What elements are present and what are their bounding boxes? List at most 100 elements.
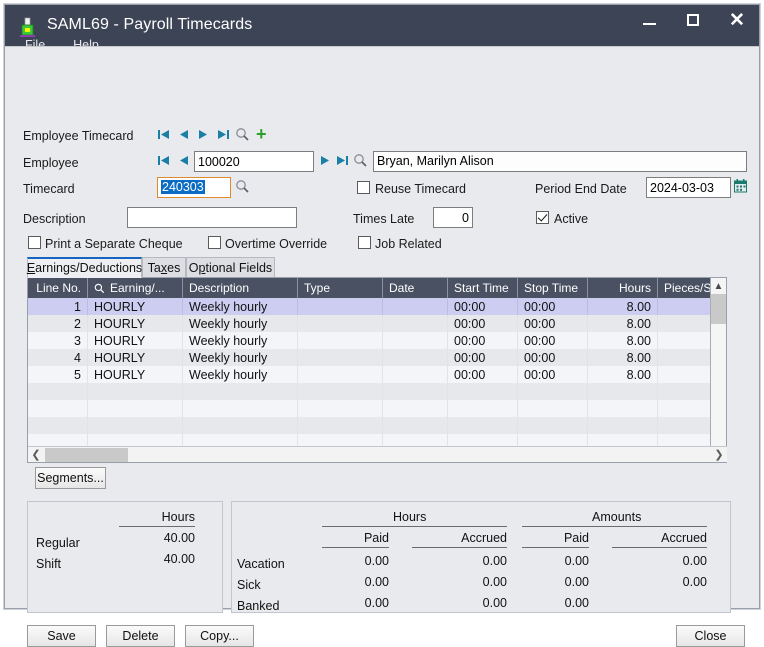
cell-type[interactable] bbox=[298, 417, 383, 434]
checkbox-job-related[interactable] bbox=[358, 236, 371, 249]
cell-description[interactable] bbox=[183, 417, 298, 434]
copy-button[interactable]: Copy... bbox=[185, 625, 254, 647]
cell-hours[interactable]: 8.00 bbox=[588, 315, 658, 332]
cell-stop[interactable]: 00:00 bbox=[518, 349, 588, 366]
cell-type[interactable] bbox=[298, 400, 383, 417]
cell-earning[interactable]: HOURLY bbox=[88, 366, 183, 383]
table-row[interactable] bbox=[28, 400, 726, 417]
scroll-left-icon[interactable]: ❮ bbox=[28, 447, 44, 462]
cell-start[interactable]: 00:00 bbox=[448, 315, 518, 332]
cell-pieces[interactable] bbox=[658, 298, 711, 315]
grid-col-description[interactable]: Description bbox=[183, 278, 298, 298]
cell-line[interactable] bbox=[28, 400, 88, 417]
table-row[interactable]: 4 HOURLY Weekly hourly 00:00 00:00 8.00 bbox=[28, 349, 726, 366]
cell-start[interactable] bbox=[448, 383, 518, 400]
close-button[interactable]: ✕ bbox=[715, 5, 759, 35]
cell-pieces[interactable] bbox=[658, 383, 711, 400]
table-row[interactable]: 2 HOURLY Weekly hourly 00:00 00:00 8.00 bbox=[28, 315, 726, 332]
cell-start[interactable]: 00:00 bbox=[448, 298, 518, 315]
cell-stop[interactable]: 00:00 bbox=[518, 315, 588, 332]
cell-line[interactable]: 5 bbox=[28, 366, 88, 383]
cell-date[interactable] bbox=[383, 383, 448, 400]
table-row[interactable]: 1 HOURLY Weekly hourly 00:00 00:00 8.00 bbox=[28, 298, 726, 315]
save-button[interactable]: Save bbox=[27, 625, 96, 647]
period-end-date-input[interactable] bbox=[646, 177, 731, 198]
minimize-button[interactable] bbox=[627, 5, 671, 35]
cell-pieces[interactable] bbox=[658, 349, 711, 366]
vertical-scroll-thumb[interactable] bbox=[711, 294, 726, 324]
cell-hours[interactable] bbox=[588, 417, 658, 434]
grid-col-hours[interactable]: Hours bbox=[588, 278, 658, 298]
grid-col-line-no[interactable]: Line No. bbox=[28, 278, 88, 298]
cell-date[interactable] bbox=[383, 349, 448, 366]
grid-col-type[interactable]: Type bbox=[298, 278, 383, 298]
segments-button[interactable]: Segments... bbox=[35, 467, 106, 489]
cell-description[interactable]: Weekly hourly bbox=[183, 315, 298, 332]
cell-stop[interactable]: 00:00 bbox=[518, 332, 588, 349]
cell-type[interactable] bbox=[298, 315, 383, 332]
cell-hours[interactable]: 8.00 bbox=[588, 332, 658, 349]
cell-line[interactable]: 3 bbox=[28, 332, 88, 349]
timecard-nav-previous[interactable] bbox=[177, 128, 190, 141]
cell-start[interactable] bbox=[448, 400, 518, 417]
cell-type[interactable] bbox=[298, 349, 383, 366]
cell-description[interactable]: Weekly hourly bbox=[183, 349, 298, 366]
cell-earning[interactable]: HOURLY bbox=[88, 298, 183, 315]
cell-line[interactable]: 2 bbox=[28, 315, 88, 332]
cell-stop[interactable]: 00:00 bbox=[518, 366, 588, 383]
scroll-up-icon[interactable]: ▲ bbox=[711, 278, 726, 294]
cell-hours[interactable]: 8.00 bbox=[588, 298, 658, 315]
employee-finder-icon[interactable] bbox=[353, 153, 368, 173]
cell-date[interactable] bbox=[383, 366, 448, 383]
cell-earning[interactable]: HOURLY bbox=[88, 349, 183, 366]
cell-pieces[interactable] bbox=[658, 332, 711, 349]
cell-line[interactable] bbox=[28, 417, 88, 434]
cell-earning[interactable] bbox=[88, 417, 183, 434]
employee-input[interactable] bbox=[194, 151, 314, 172]
cell-hours[interactable] bbox=[588, 383, 658, 400]
cell-description[interactable]: Weekly hourly bbox=[183, 298, 298, 315]
cell-date[interactable] bbox=[383, 417, 448, 434]
tab-optional-fields[interactable]: Optional Fields bbox=[186, 257, 275, 278]
grid-vertical-scrollbar[interactable]: ▲ ▼ bbox=[710, 278, 726, 462]
grid-col-pieces[interactable]: Pieces/S bbox=[658, 278, 712, 298]
cell-pieces[interactable] bbox=[658, 366, 711, 383]
cell-hours[interactable]: 8.00 bbox=[588, 366, 658, 383]
table-row[interactable]: 3 HOURLY Weekly hourly 00:00 00:00 8.00 bbox=[28, 332, 726, 349]
grid-col-start-time[interactable]: Start Time bbox=[448, 278, 518, 298]
checkbox-active[interactable] bbox=[536, 211, 549, 224]
timecard-nav-last[interactable] bbox=[217, 128, 230, 141]
cell-stop[interactable]: 00:00 bbox=[518, 298, 588, 315]
checkbox-print-separate-cheque[interactable] bbox=[28, 236, 41, 249]
grid-col-earning[interactable]: Earning/... bbox=[88, 278, 183, 298]
cell-pieces[interactable] bbox=[658, 315, 711, 332]
employee-nav-first[interactable] bbox=[157, 154, 170, 167]
scroll-right-icon[interactable]: ❯ bbox=[711, 447, 727, 462]
cell-description[interactable] bbox=[183, 400, 298, 417]
cell-stop[interactable] bbox=[518, 400, 588, 417]
cell-date[interactable] bbox=[383, 332, 448, 349]
employee-nav-last[interactable] bbox=[336, 154, 349, 167]
cell-pieces[interactable] bbox=[658, 400, 711, 417]
grid-col-stop-time[interactable]: Stop Time bbox=[518, 278, 588, 298]
cell-hours[interactable]: 8.00 bbox=[588, 349, 658, 366]
grid-col-date[interactable]: Date bbox=[383, 278, 448, 298]
timecard-finder-icon[interactable] bbox=[235, 127, 250, 147]
tab-earnings-deductions[interactable]: Earnings/Deductions bbox=[27, 257, 142, 278]
employee-nav-next[interactable] bbox=[319, 154, 332, 167]
cell-start[interactable]: 00:00 bbox=[448, 366, 518, 383]
cell-pieces[interactable] bbox=[658, 417, 711, 434]
horizontal-scroll-thumb[interactable] bbox=[45, 448, 128, 462]
delete-button[interactable]: Delete bbox=[106, 625, 175, 647]
checkbox-reuse-timecard[interactable] bbox=[357, 181, 370, 194]
timecard-nav-first[interactable] bbox=[157, 128, 170, 141]
timecard-input[interactable]: 240303 bbox=[157, 177, 231, 198]
cell-earning[interactable] bbox=[88, 383, 183, 400]
cell-description[interactable]: Weekly hourly bbox=[183, 332, 298, 349]
cell-type[interactable] bbox=[298, 383, 383, 400]
calendar-icon[interactable] bbox=[734, 179, 747, 198]
description-input[interactable] bbox=[127, 207, 297, 228]
grid-horizontal-scrollbar[interactable]: ❮ ❯ bbox=[28, 446, 727, 462]
maximize-button[interactable] bbox=[671, 5, 715, 35]
cell-stop[interactable] bbox=[518, 383, 588, 400]
